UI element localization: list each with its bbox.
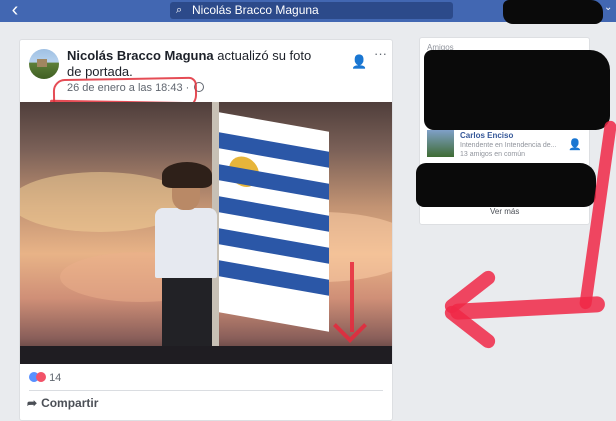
reaction-count: 14 xyxy=(49,372,62,384)
chevron-down-icon[interactable]: ⌄ xyxy=(604,2,612,13)
reactions-summary[interactable]: 14 xyxy=(29,372,61,384)
post-author[interactable]: Nicolás Bracco Maguna xyxy=(67,48,214,63)
share-label: Compartir xyxy=(41,396,99,410)
back-button[interactable]: ‹ xyxy=(6,0,24,22)
share-button[interactable]: ➦ Compartir xyxy=(27,396,98,410)
divider xyxy=(29,390,383,391)
search-icon: ⌕ xyxy=(176,4,183,16)
redacted-area xyxy=(416,163,596,207)
redacted-area xyxy=(424,50,610,130)
friend-subtitle: Intendente en Intendencia de... xyxy=(460,142,557,149)
top-nav-bar: ‹ ⌕ Nicolás Bracco Maguna ⌄ xyxy=(0,0,616,24)
post-card: Nicolás Bracco Maguna actualizó su foto … xyxy=(19,39,393,421)
share-icon: ➦ xyxy=(27,396,38,410)
friends-card: Amigos Carlos Enciso Intendente en Inten… xyxy=(416,37,610,225)
red-annotation-arrow xyxy=(449,295,606,321)
cover-photo[interactable] xyxy=(20,102,392,364)
search-bar[interactable]: ⌕ Nicolás Bracco Maguna xyxy=(170,2,453,19)
friend-avatar[interactable] xyxy=(427,130,454,157)
avatar[interactable] xyxy=(29,49,59,79)
friend-mutual: 13 amigos en común xyxy=(460,151,525,158)
post-header: Nicolás Bracco Maguna actualizó su foto … xyxy=(67,48,317,80)
red-annotation-arrow-down xyxy=(350,262,354,332)
add-friend-icon[interactable]: 👤 xyxy=(351,54,367,70)
uruguay-flag xyxy=(219,112,329,332)
add-friend-icon[interactable]: 👤 xyxy=(568,138,582,151)
redacted-area xyxy=(503,0,603,24)
see-more-link[interactable]: Ver más xyxy=(490,207,519,216)
love-icon xyxy=(36,372,46,382)
friend-name[interactable]: Carlos Enciso xyxy=(460,131,513,140)
more-options-icon[interactable]: ··· xyxy=(374,46,387,61)
person xyxy=(150,162,220,353)
search-query: Nicolás Bracco Maguna xyxy=(192,3,319,17)
